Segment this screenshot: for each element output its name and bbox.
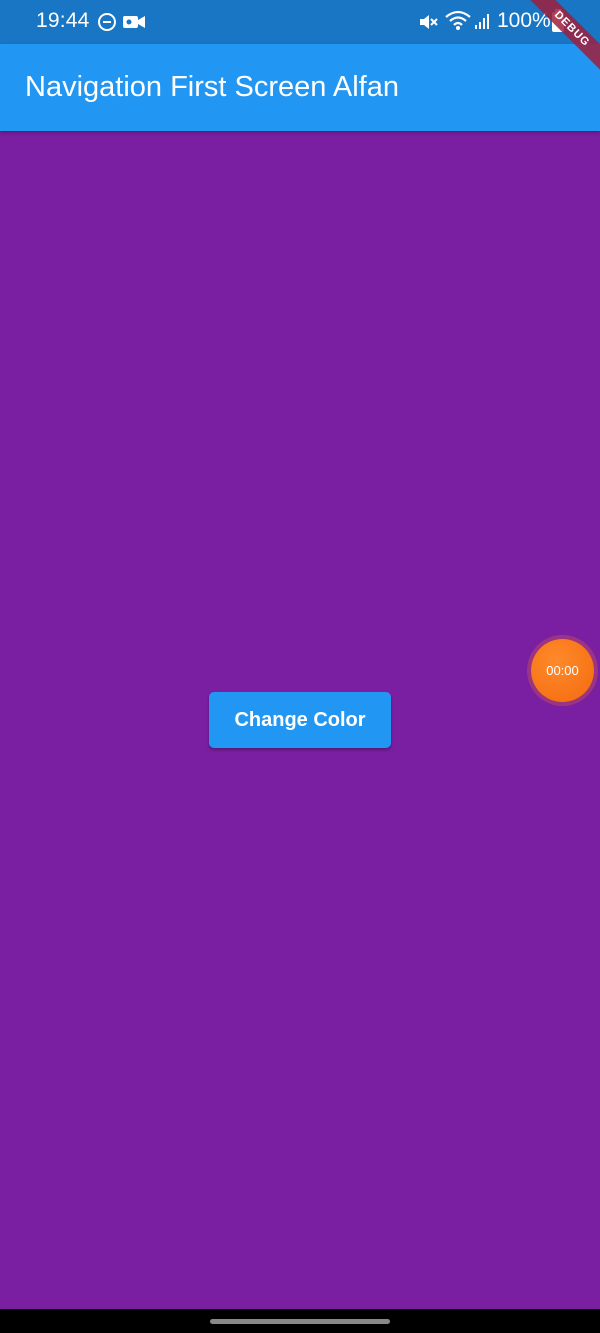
home-indicator[interactable] <box>210 1319 390 1324</box>
video-record-icon <box>123 16 145 28</box>
page-title: Navigation First Screen Alfan <box>25 71 399 103</box>
status-bar: 19:44 100% <box>0 0 600 44</box>
debug-label: DEBUG <box>523 0 600 78</box>
change-color-button[interactable]: Change Color <box>209 692 391 748</box>
signal-icon <box>475 14 489 29</box>
app-bar: Navigation First Screen Alfan <box>0 44 600 131</box>
do-not-disturb-icon <box>98 13 116 31</box>
mute-icon <box>420 15 438 29</box>
debug-banner: DEBUG <box>520 0 600 80</box>
navigation-bar <box>0 1309 600 1333</box>
screen-recorder-bubble[interactable]: 00:00 <box>531 639 594 702</box>
main-content: Change Color <box>0 131 600 1309</box>
status-time: 19:44 <box>36 9 90 32</box>
wifi-icon <box>445 10 471 30</box>
